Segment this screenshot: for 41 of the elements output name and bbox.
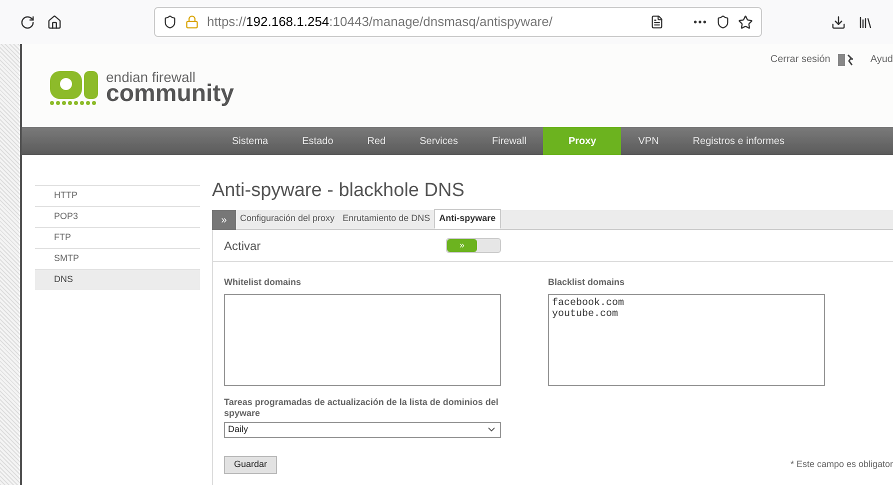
nav-tab[interactable]: VPN — [621, 127, 676, 155]
schedule-select[interactable]: Daily — [224, 422, 501, 438]
toggle-knob: » — [447, 239, 477, 252]
address-bar[interactable]: https://192.168.1.254:10443/manage/dnsmasq/antispyware/ — [154, 7, 762, 37]
help-link[interactable]: Ayud — [870, 52, 893, 67]
star-icon[interactable] — [738, 14, 753, 30]
home-icon[interactable] — [47, 14, 62, 30]
url-text: https://192.168.1.254:10443/manage/dnsmasq/antispyware/ — [207, 13, 552, 32]
schedule-label: Tareas programadas de actualización de la lista de dominios del spyware — [224, 396, 500, 418]
domains-field[interactable]: facebook.com youtube.com — [548, 294, 825, 386]
nav-tab[interactable]: Services — [402, 127, 475, 155]
library-icon[interactable] — [858, 14, 873, 30]
shield-icon — [163, 15, 177, 29]
page-title: Anti-spyware - blackhole DNS — [212, 181, 466, 200]
exit-icon[interactable] — [838, 54, 854, 66]
required-note: * Este campo es obligator — [790, 458, 893, 471]
activate-label: Activar — [224, 238, 262, 254]
reader-icon[interactable] — [650, 15, 664, 29]
download-icon[interactable] — [831, 14, 846, 30]
page-tab[interactable]: Anti-spyware — [434, 209, 501, 229]
sidebar-item[interactable]: DNS — [35, 269, 200, 290]
nav-tab[interactable]: Firewall — [474, 127, 544, 155]
reload-icon[interactable] — [20, 14, 35, 30]
save-button[interactable]: Guardar — [224, 456, 278, 474]
page-tab[interactable]: Configuración del proxy — [236, 209, 339, 229]
sidebar-item[interactable]: FTP — [35, 227, 200, 248]
sidebar-item[interactable]: POP3 — [35, 206, 200, 227]
domains-field[interactable] — [224, 294, 501, 386]
lock-icon — [185, 15, 199, 29]
logo-title: community — [106, 82, 234, 106]
sidebar-item[interactable]: HTTP — [35, 185, 200, 206]
nav-tab[interactable]: Red — [350, 127, 403, 155]
field-label: Whitelist domains — [224, 276, 302, 289]
nav-tab[interactable]: Registros e informes — [676, 127, 802, 155]
logout-link[interactable]: Cerrar sesión — [770, 52, 830, 67]
expand-tab[interactable]: » — [212, 210, 236, 230]
nav-tab[interactable]: Sistema — [215, 127, 286, 155]
logo-subtitle: endian firewall — [106, 70, 196, 84]
nav-tab[interactable]: Estado — [285, 127, 350, 155]
field-label: Blacklist domains — [548, 276, 626, 289]
page-tab[interactable]: Enrutamiento de DNS — [338, 209, 434, 229]
